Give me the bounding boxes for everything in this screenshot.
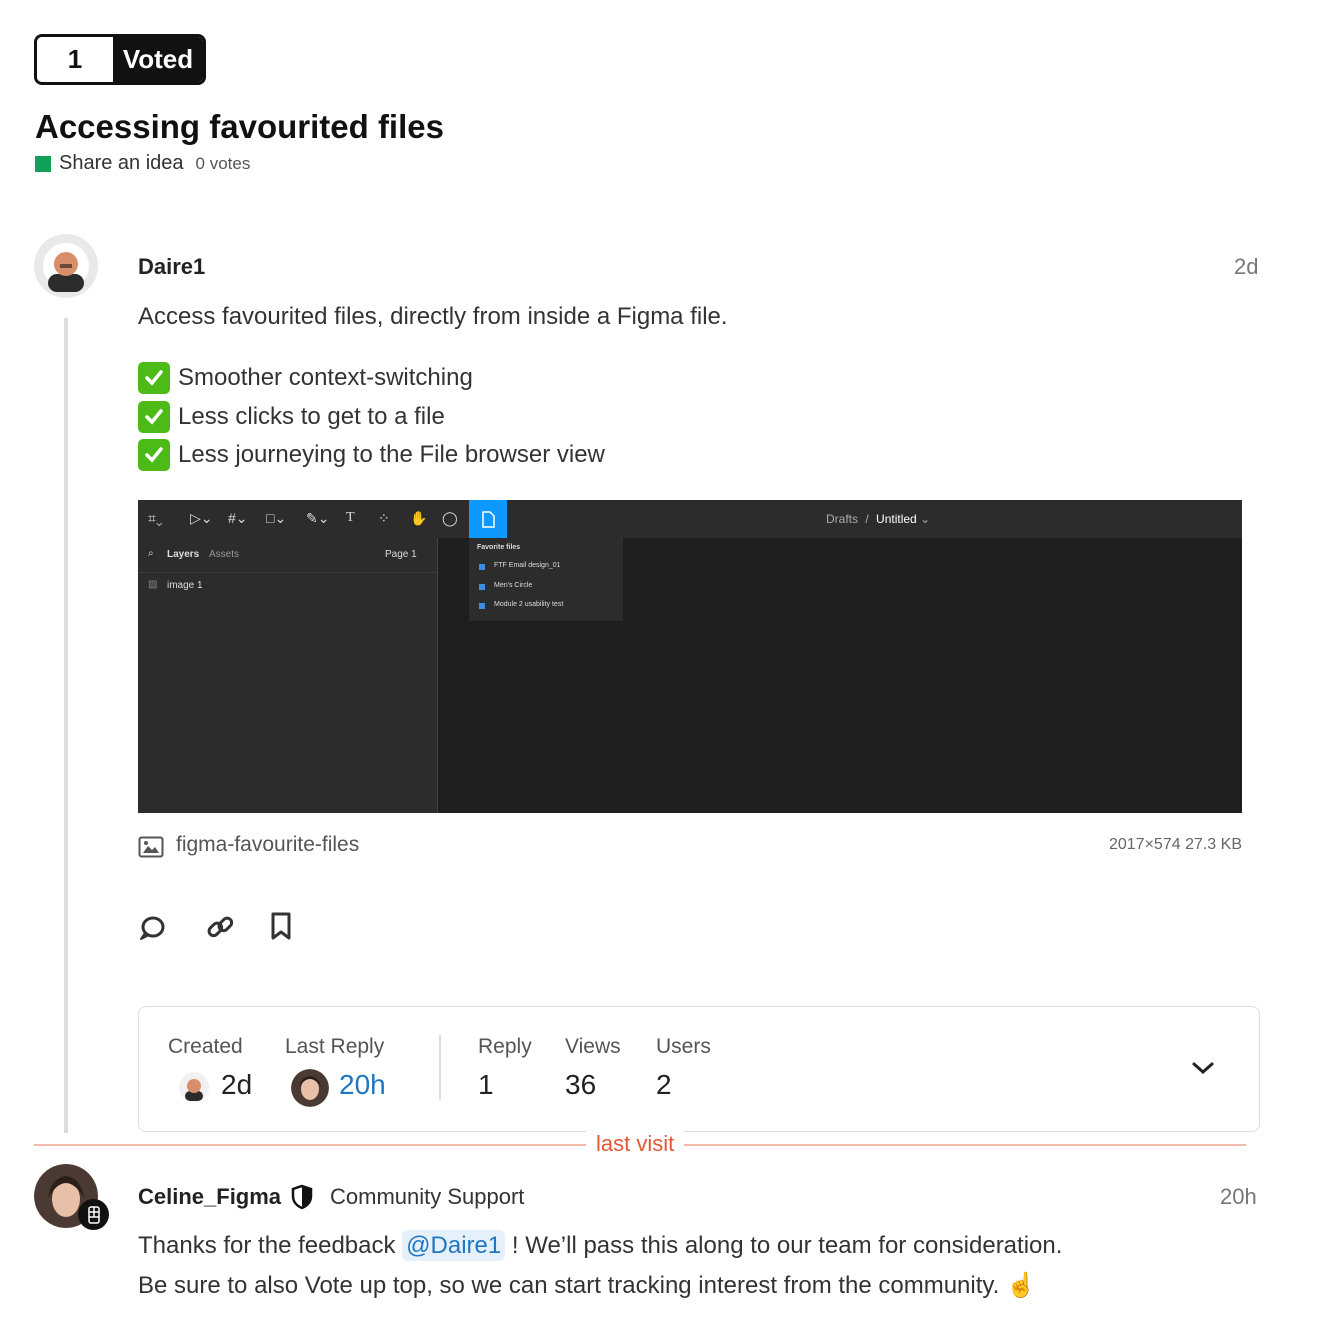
users-value: 2 — [656, 1069, 672, 1100]
category-name[interactable]: Share an idea — [59, 152, 184, 175]
created-label: Created — [168, 1035, 243, 1058]
figma-toolbar: ⌗⌄ ▷⌄ #⌄ □⌄ ✎⌄ T ⁘ ✋ ◯ Drafts / Untitled… — [138, 500, 1242, 538]
figma-layers-panel: ⌕ Layers Assets Page 1 ▨ image 1 — [138, 538, 438, 813]
file-icon — [479, 584, 485, 590]
pointing-up-emoji: ☝️ — [1005, 1272, 1036, 1299]
post2-username[interactable]: Celine_Figma — [138, 1184, 281, 1210]
topic-title: Accessing favourited files — [35, 108, 444, 145]
views-label: Views — [565, 1035, 621, 1058]
layers-panel-header: ⌕ Layers Assets Page 1 — [138, 538, 437, 573]
created-avatar[interactable] — [179, 1072, 209, 1102]
breadcrumb-root: Drafts — [826, 512, 859, 526]
favourites-tool-active — [469, 500, 507, 538]
stats-divider — [439, 1035, 441, 1099]
link-icon[interactable] — [205, 912, 235, 947]
avatar-daire1[interactable] — [34, 234, 98, 298]
reply-icon[interactable] — [138, 912, 166, 947]
bookmark-icon[interactable] — [270, 912, 292, 947]
post1-username[interactable]: Daire1 — [138, 254, 205, 280]
last-visit-label: last visit — [586, 1131, 685, 1157]
post2-line1: Thanks for the feedback @Daire1 ! We’ll … — [138, 1230, 1063, 1261]
mention-link[interactable]: @Daire1 — [402, 1230, 506, 1261]
reply-value: 1 — [478, 1069, 494, 1100]
favorite-file-item: Module 2 usability test — [494, 601, 564, 608]
image-icon — [138, 836, 164, 863]
checklist-item-text: Smoother context-switching — [178, 364, 473, 391]
favorite-files-title: Favorite files — [477, 544, 521, 551]
last-reply-label: Last Reply — [285, 1035, 385, 1058]
post2-age[interactable]: 20h — [1220, 1184, 1257, 1210]
category-votes: 0 votes — [195, 153, 251, 173]
comment-tool-icon: ◯ — [442, 510, 458, 526]
pen-tool-icon: ✎⌄ — [306, 510, 330, 526]
checklist-item-text: Less journeying to the File browser view — [178, 441, 605, 468]
vote-count: 1 — [37, 37, 113, 82]
favorite-files-menu: Favorite files FTF Email design_01 Men's… — [469, 538, 623, 621]
page-selector: Page 1 — [385, 549, 417, 560]
voted-button[interactable]: Voted — [113, 37, 203, 82]
check-mark-icon — [138, 439, 170, 471]
post2-line1-start: Thanks for the feedback — [138, 1232, 396, 1259]
shape-tool-icon: □⌄ — [266, 510, 287, 526]
topic-category[interactable]: Share an idea 0 votes — [35, 152, 250, 175]
figma-breadcrumb: Drafts / Untitled ⌄ — [826, 512, 930, 526]
attachment-filename[interactable]: figma-favourite-files — [176, 833, 359, 857]
layer-image-icon: ▨ — [148, 579, 158, 590]
last-reply-value[interactable]: 20h — [339, 1069, 386, 1101]
post2-line1-end: ! We’ll pass this along to our team for … — [511, 1232, 1063, 1259]
topic-map: Created 2d Last Reply 20h Reply 1 Views … — [138, 1006, 1260, 1132]
tab-layers: Layers — [167, 549, 200, 560]
text-tool-icon: T — [346, 510, 355, 525]
post1-age[interactable]: 2d — [1234, 254, 1258, 280]
check-mark-icon — [138, 362, 170, 394]
breadcrumb-file: Untitled — [876, 512, 917, 526]
views-value: 36 — [565, 1069, 597, 1100]
last-reply-avatar[interactable] — [291, 1069, 329, 1107]
breadcrumb-separator: / — [865, 512, 869, 526]
reply-label: Reply — [478, 1035, 532, 1058]
post2-line2-text: Be sure to also Vote up top, so we can s… — [138, 1272, 1000, 1299]
file-icon — [479, 564, 485, 570]
figma-badge-icon — [78, 1199, 109, 1230]
users-label: Users — [656, 1035, 711, 1058]
favorite-file-item: Men's Circle — [494, 582, 533, 589]
layer-name: image 1 — [167, 580, 203, 591]
attachment-meta: 2017×574 27.3 KB — [1108, 836, 1242, 853]
post2-line2: Be sure to also Vote up top, so we can s… — [138, 1271, 1036, 1300]
created-value[interactable]: 2d — [221, 1069, 252, 1101]
thread-line — [64, 318, 68, 1133]
category-color-square — [35, 155, 51, 172]
chevron-down-icon[interactable] — [1191, 1060, 1215, 1081]
check-mark-icon — [138, 401, 170, 433]
file-icon — [479, 603, 485, 609]
hand-tool-icon: ✋ — [410, 510, 428, 526]
components-icon: ⁘ — [378, 510, 390, 526]
frame-tool-icon: #⌄ — [228, 510, 248, 526]
checklist-item-text: Less clicks to get to a file — [178, 403, 445, 430]
checklist-item: Less journeying to the File browser view — [138, 439, 605, 471]
move-tool-icon: ▷⌄ — [190, 510, 213, 526]
tab-assets: Assets — [209, 549, 240, 560]
embedded-figma-screenshot[interactable]: ⌗⌄ ▷⌄ #⌄ □⌄ ✎⌄ T ⁘ ✋ ◯ Drafts / Untitled… — [138, 500, 1242, 813]
checklist-item: Smoother context-switching — [138, 362, 473, 394]
figma-menu-icon: ⌗⌄ — [148, 510, 163, 526]
attachment-info[interactable]: figma-favourite-files 2017×574 27.3 KB — [138, 832, 1242, 862]
favorite-file-item: FTF Email design_01 — [494, 562, 561, 569]
shield-icon — [290, 1184, 314, 1215]
checklist-item: Less clicks to get to a file — [138, 401, 445, 433]
vote-widget[interactable]: 1 Voted — [34, 34, 206, 85]
search-icon: ⌕ — [148, 548, 154, 559]
chevron-down-icon: ⌄ — [920, 512, 931, 526]
post2-group[interactable]: Community Support — [330, 1184, 524, 1210]
post1-intro: Access favourited files, directly from i… — [138, 303, 728, 330]
